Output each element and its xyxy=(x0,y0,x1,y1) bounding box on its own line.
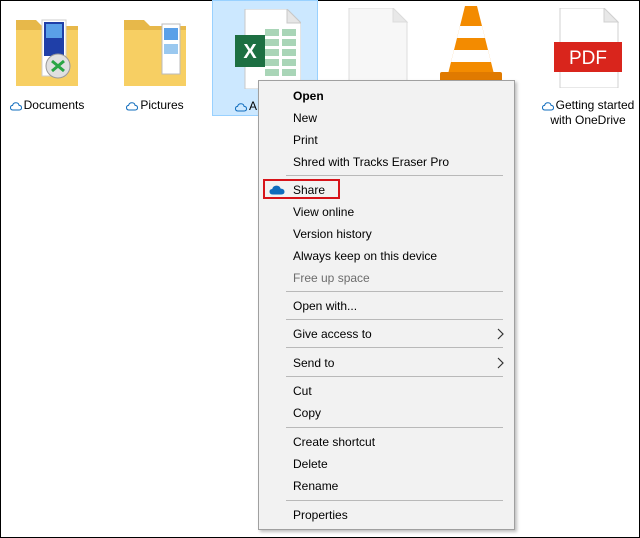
menu-item-view-online[interactable]: View online xyxy=(259,201,514,223)
menu-item-give-access-label: Give access to xyxy=(293,327,372,341)
menu-separator xyxy=(286,427,503,428)
vlc-cone-icon xyxy=(440,6,502,82)
menu-item-always-keep[interactable]: Always keep on this device xyxy=(259,245,514,267)
menu-separator xyxy=(286,376,503,377)
menu-item-open-with[interactable]: Open with... xyxy=(259,295,514,317)
menu-item-delete[interactable]: Delete xyxy=(259,453,514,475)
menu-item-shred[interactable]: Shred with Tracks Eraser Pro xyxy=(259,151,514,173)
menu-item-free-up-space: Free up space xyxy=(293,271,370,285)
chevron-right-icon xyxy=(497,357,504,369)
menu-separator xyxy=(286,175,503,176)
excel-file-icon: X xyxy=(235,9,301,89)
menu-item-send-to-label: Send to xyxy=(293,356,335,370)
menu-item-give-access[interactable]: Give access to xyxy=(259,323,514,345)
folder-documents-icon xyxy=(16,19,78,86)
chevron-right-icon xyxy=(497,328,504,340)
context-menu: Open New Print Shred with Tracks Eraser … xyxy=(258,80,515,530)
menu-item-cut[interactable]: Cut xyxy=(259,380,514,402)
file-item-documents[interactable]: Documents xyxy=(0,0,94,116)
file-label: Getting started with OneDrive xyxy=(538,98,638,128)
cloud-outline-icon xyxy=(9,102,22,111)
menu-item-send-to[interactable]: Send to xyxy=(259,352,514,374)
menu-item-create-shortcut[interactable]: Create shortcut xyxy=(259,431,514,453)
menu-separator xyxy=(286,347,503,348)
file-label: Documents xyxy=(0,98,94,113)
file-item-getting-started-pdf[interactable]: PDF Getting started with OneDrive xyxy=(538,0,638,127)
file-item-pictures[interactable]: Pictures xyxy=(108,0,202,116)
folder-pictures-icon xyxy=(124,20,186,86)
menu-item-new[interactable]: New xyxy=(259,107,514,129)
menu-item-copy[interactable]: Copy xyxy=(259,402,514,424)
pdf-badge: PDF xyxy=(569,48,607,69)
menu-separator xyxy=(286,500,503,501)
menu-item-version-history[interactable]: Version history xyxy=(259,223,514,245)
highlight-box xyxy=(263,179,340,199)
file-label: Pictures xyxy=(108,98,202,113)
cloud-outline-icon xyxy=(126,102,139,111)
menu-separator xyxy=(286,319,503,320)
menu-item-properties[interactable]: Properties xyxy=(259,504,514,526)
menu-item-rename[interactable]: Rename xyxy=(259,475,514,497)
cloud-outline-icon xyxy=(235,103,247,112)
menu-item-print[interactable]: Print xyxy=(259,129,514,151)
excel-letter: X xyxy=(243,41,257,63)
menu-item-open[interactable]: Open xyxy=(259,85,514,107)
cloud-outline-icon xyxy=(541,102,554,111)
menu-separator xyxy=(286,291,503,292)
pdf-file-icon: PDF xyxy=(554,8,622,88)
blank-file-icon xyxy=(348,8,409,88)
